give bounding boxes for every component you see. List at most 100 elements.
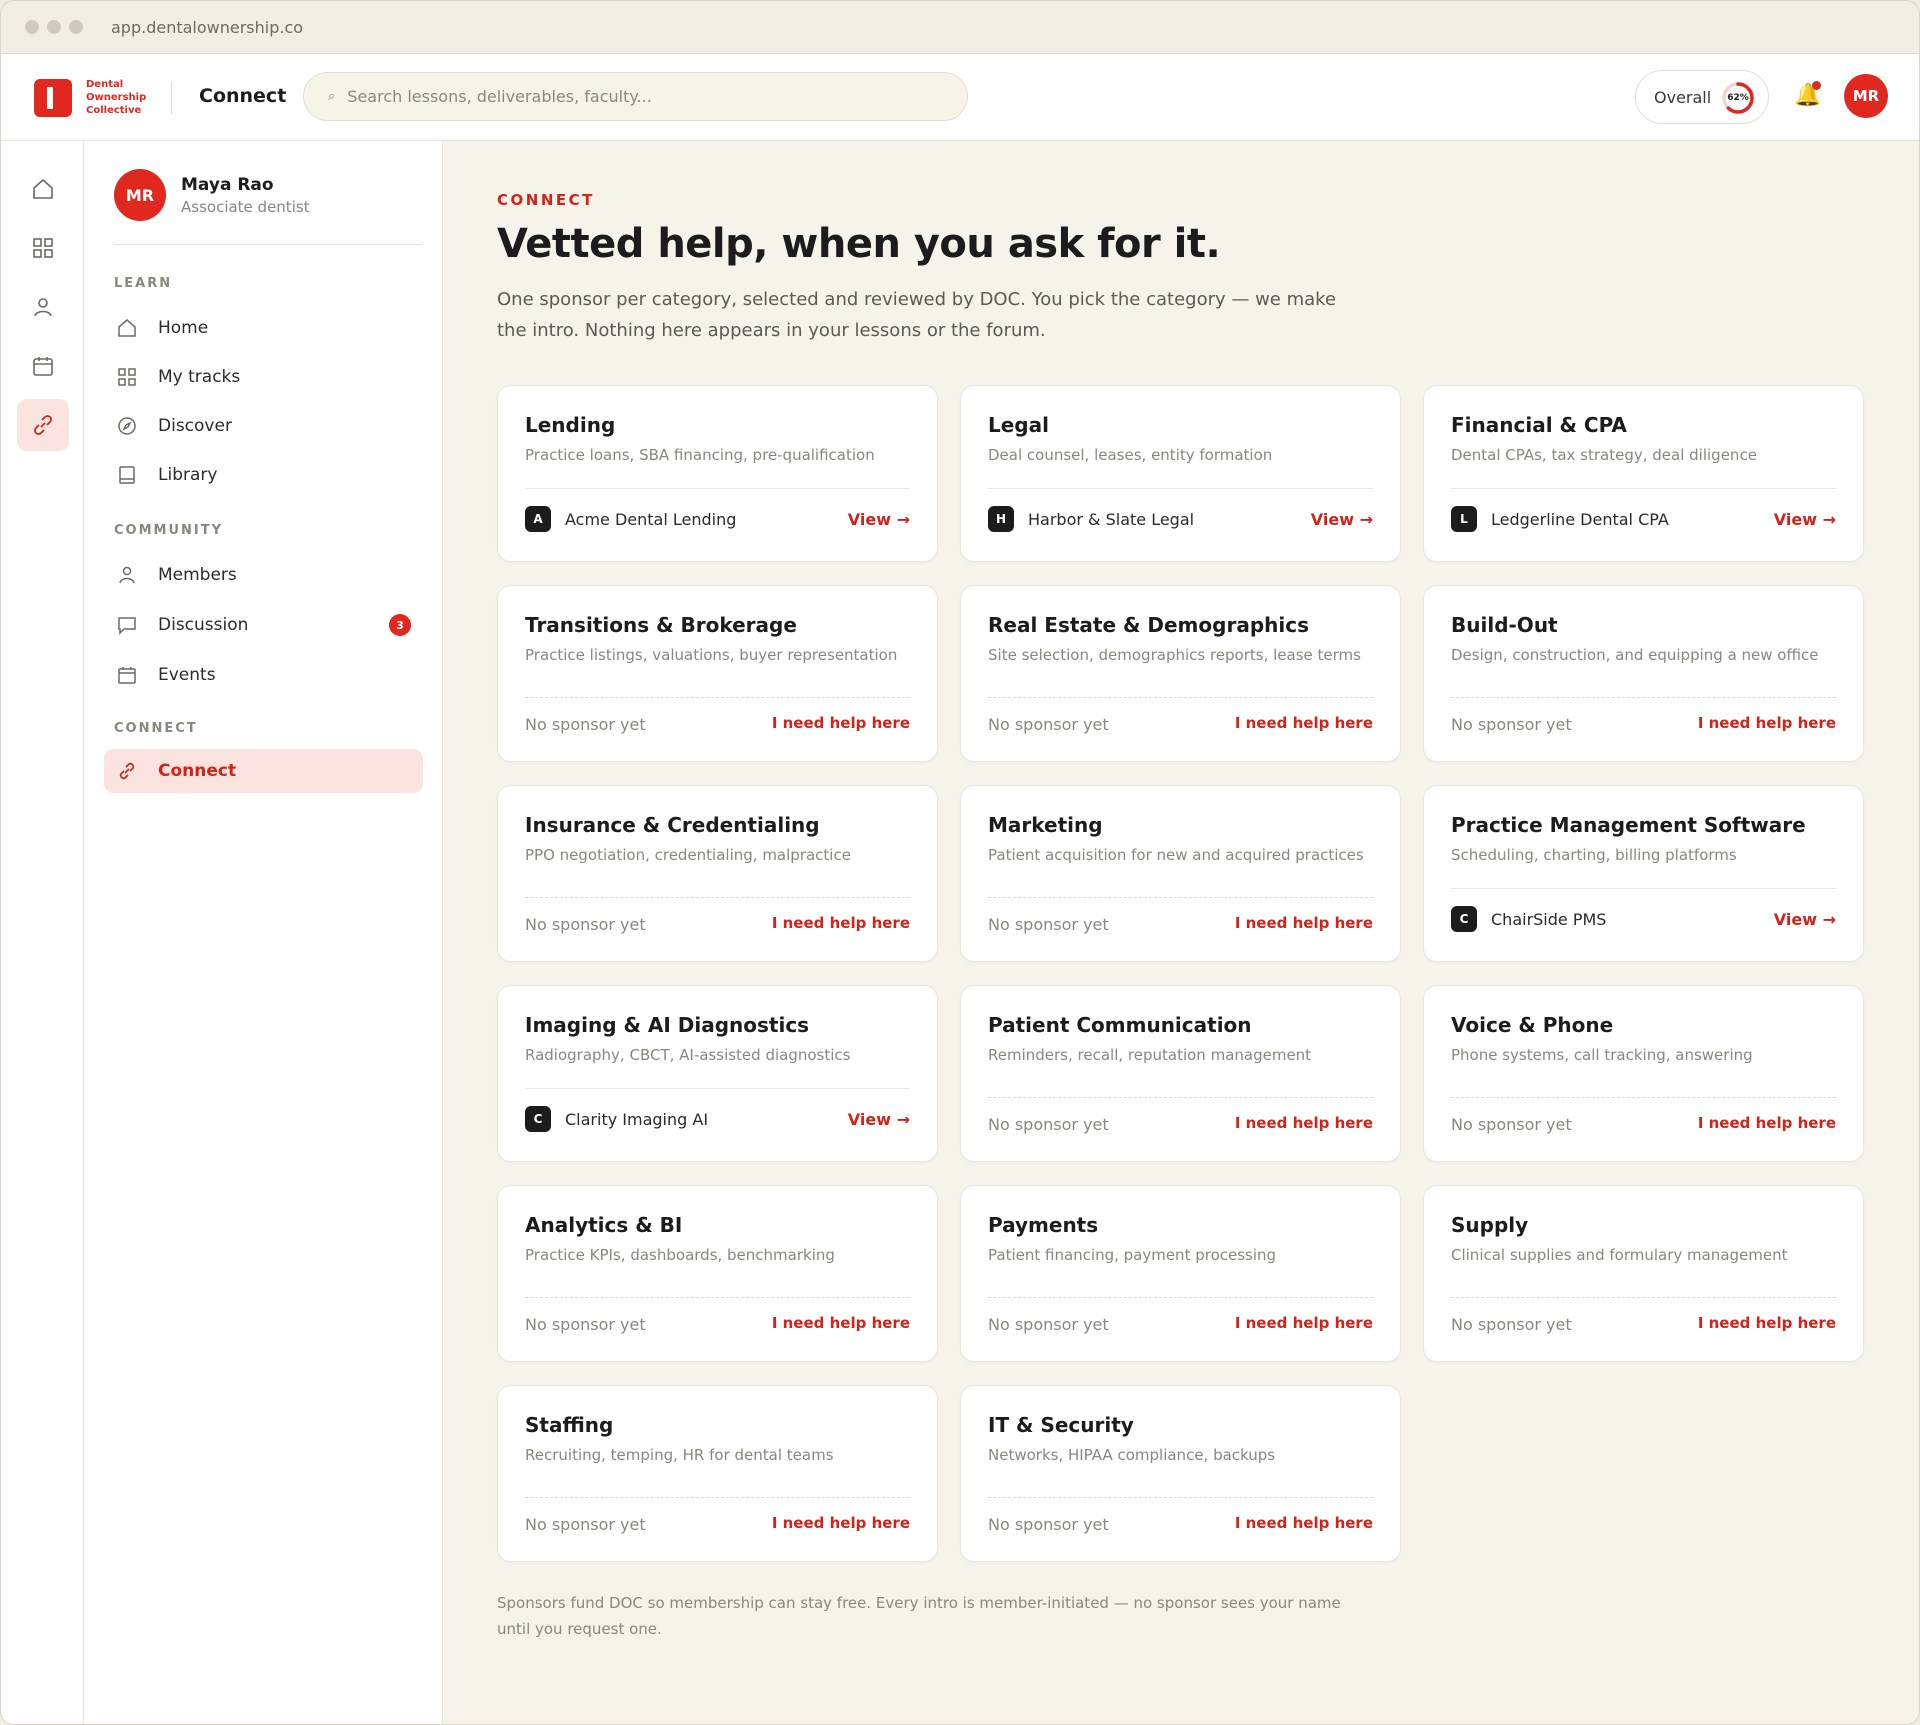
category-card[interactable]: Legal Deal counsel, leases, entity format… — [960, 385, 1401, 562]
browser-chrome: app.dentalownership.co — [1, 1, 1919, 54]
category-card[interactable]: Payments Patient financing, payment proce… — [960, 1185, 1401, 1362]
view-sponsor-link[interactable]: View → — [848, 1110, 910, 1129]
request-help-link[interactable]: I need help here — [1235, 1114, 1373, 1132]
request-help-link[interactable]: I need help here — [1235, 914, 1373, 932]
header-divider — [171, 82, 172, 114]
rail-calendar-icon[interactable] — [17, 340, 69, 392]
sidebar-item-home[interactable]: Home — [104, 306, 423, 350]
window-minimize-dot[interactable] — [47, 20, 61, 34]
intro-text: One sponsor per category, selected and r… — [497, 289, 1337, 341]
category-card[interactable]: Real Estate & Demographics Site selection… — [960, 585, 1401, 762]
no-sponsor-text: No sponsor yet — [525, 1515, 646, 1534]
group-label-learn: LEARN — [114, 276, 173, 291]
request-help-link[interactable]: I need help here — [1235, 1514, 1373, 1532]
app-window: app.dentalownership.co Dental Ownership … — [0, 0, 1920, 1725]
search-input[interactable]: ⌕ Search lessons, deliverables, faculty.… — [303, 72, 968, 121]
card-description: Dental CPAs, tax strategy, deal diligenc… — [1451, 446, 1757, 464]
category-card[interactable]: Supply Clinical supplies and formulary ma… — [1423, 1185, 1864, 1362]
request-help-link[interactable]: I need help here — [1235, 1314, 1373, 1332]
view-sponsor-link[interactable]: View → — [848, 510, 910, 529]
card-divider — [1451, 1297, 1836, 1298]
request-help-link[interactable]: I need help here — [1698, 1114, 1836, 1132]
sponsor-logo: C — [525, 1106, 551, 1132]
card-title: Lending — [525, 413, 616, 437]
rail-home-icon[interactable] — [17, 163, 69, 215]
request-help-link[interactable]: I need help here — [772, 914, 910, 932]
address-bar[interactable]: app.dentalownership.co — [111, 18, 303, 37]
no-sponsor-text: No sponsor yet — [1451, 1115, 1572, 1134]
category-card[interactable]: Insurance & Credentialing PPO negotiation… — [497, 785, 938, 962]
category-card[interactable]: Lending Practice loans, SBA financing, pr… — [497, 385, 938, 562]
card-divider — [525, 1297, 910, 1298]
request-help-link[interactable]: I need help here — [772, 714, 910, 732]
card-title: Imaging & AI Diagnostics — [525, 1013, 810, 1037]
sidebar-item-label: Connect — [158, 761, 237, 781]
section-title: Connect — [199, 85, 287, 107]
category-card[interactable]: Voice & Phone Phone systems, call trackin… — [1423, 985, 1864, 1162]
discussion-badge: 3 — [389, 614, 411, 636]
category-card[interactable]: Marketing Patient acquisition for new and… — [960, 785, 1401, 962]
card-title: Transitions & Brokerage — [525, 613, 797, 637]
view-sponsor-link[interactable]: View → — [1311, 510, 1373, 529]
category-card[interactable]: Practice Management Software Scheduling, … — [1423, 785, 1864, 962]
logo-text: Dental Ownership Collective — [86, 79, 147, 116]
card-description: Design, construction, and equipping a ne… — [1451, 646, 1819, 664]
overall-label: Overall — [1654, 87, 1712, 107]
category-card[interactable]: Staffing Recruiting, temping, HR for dent… — [497, 1385, 938, 1562]
category-card[interactable]: Financial & CPA Dental CPAs, tax strategy… — [1423, 385, 1864, 562]
category-card[interactable]: IT & Security Networks, HIPAA compliance,… — [960, 1385, 1401, 1562]
card-title: Analytics & BI — [525, 1213, 683, 1237]
category-card[interactable]: Build-Out Design, construction, and equip… — [1423, 585, 1864, 762]
search-icon: ⌕ — [328, 89, 336, 104]
card-divider — [988, 897, 1373, 898]
card-title: Staffing — [525, 1413, 614, 1437]
sidebar-item-connect[interactable]: Connect — [104, 749, 423, 793]
window-close-dot[interactable] — [25, 20, 39, 34]
avatar[interactable]: MR — [1844, 74, 1888, 118]
sponsor-logo: A — [525, 506, 551, 532]
sidebar-item-label: Library — [158, 465, 218, 485]
category-card[interactable]: Patient Communication Reminders, recall, … — [960, 985, 1401, 1162]
card-description: PPO negotiation, credentialing, malpract… — [525, 846, 851, 864]
request-help-link[interactable]: I need help here — [1698, 1314, 1836, 1332]
category-card[interactable]: Transitions & Brokerage Practice listings… — [497, 585, 938, 762]
request-help-link[interactable]: I need help here — [772, 1314, 910, 1332]
view-sponsor-link[interactable]: View → — [1774, 910, 1836, 929]
card-divider — [988, 1097, 1373, 1098]
sidebar-item-library[interactable]: Library — [104, 453, 423, 497]
sidebar-item-members[interactable]: Members — [104, 553, 423, 597]
category-card[interactable]: Imaging & AI Diagnostics Radiography, CBC… — [497, 985, 938, 1162]
card-title: Build-Out — [1451, 613, 1558, 637]
request-help-link[interactable]: I need help here — [772, 1514, 910, 1532]
sidebar-item-events[interactable]: Events — [104, 653, 423, 697]
card-description: Radiography, CBCT, AI-assisted diagnosti… — [525, 1046, 851, 1064]
chat-icon — [118, 617, 136, 635]
grid-icon — [118, 368, 136, 386]
no-sponsor-text: No sponsor yet — [525, 715, 646, 734]
card-divider — [525, 1497, 910, 1498]
sidebar-item-my-tracks[interactable]: My tracks — [104, 355, 423, 399]
sidebar-item-label: Home — [158, 318, 209, 338]
overall-progress-pill[interactable]: Overall 62% — [1635, 70, 1769, 124]
group-label-connect: CONNECT — [114, 721, 198, 736]
category-card[interactable]: Analytics & BI Practice KPIs, dashboards,… — [497, 1185, 938, 1362]
card-divider — [1451, 1097, 1836, 1098]
sponsor-name: Harbor & Slate Legal — [1028, 510, 1195, 529]
rail-user-icon[interactable] — [17, 281, 69, 333]
sidebar-item-discussion[interactable]: Discussion 3 — [104, 603, 423, 647]
rail-link-icon[interactable] — [17, 399, 69, 451]
logo[interactable]: Dental Ownership Collective — [34, 78, 146, 117]
sidebar: MR Maya Rao Associate dentist LEARN Home… — [84, 141, 443, 1724]
profile[interactable]: MR Maya Rao Associate dentist — [114, 169, 310, 221]
book-icon — [119, 466, 135, 484]
request-help-link[interactable]: I need help here — [1698, 714, 1836, 732]
card-title: Payments — [988, 1213, 1099, 1237]
rail-grid-icon[interactable] — [17, 222, 69, 274]
card-title: Supply — [1451, 1213, 1529, 1237]
card-divider — [525, 897, 910, 898]
window-zoom-dot[interactable] — [69, 20, 83, 34]
sponsor-name: Clarity Imaging AI — [565, 1110, 709, 1129]
view-sponsor-link[interactable]: View → — [1774, 510, 1836, 529]
request-help-link[interactable]: I need help here — [1235, 714, 1373, 732]
sidebar-item-discover[interactable]: Discover — [104, 404, 423, 448]
